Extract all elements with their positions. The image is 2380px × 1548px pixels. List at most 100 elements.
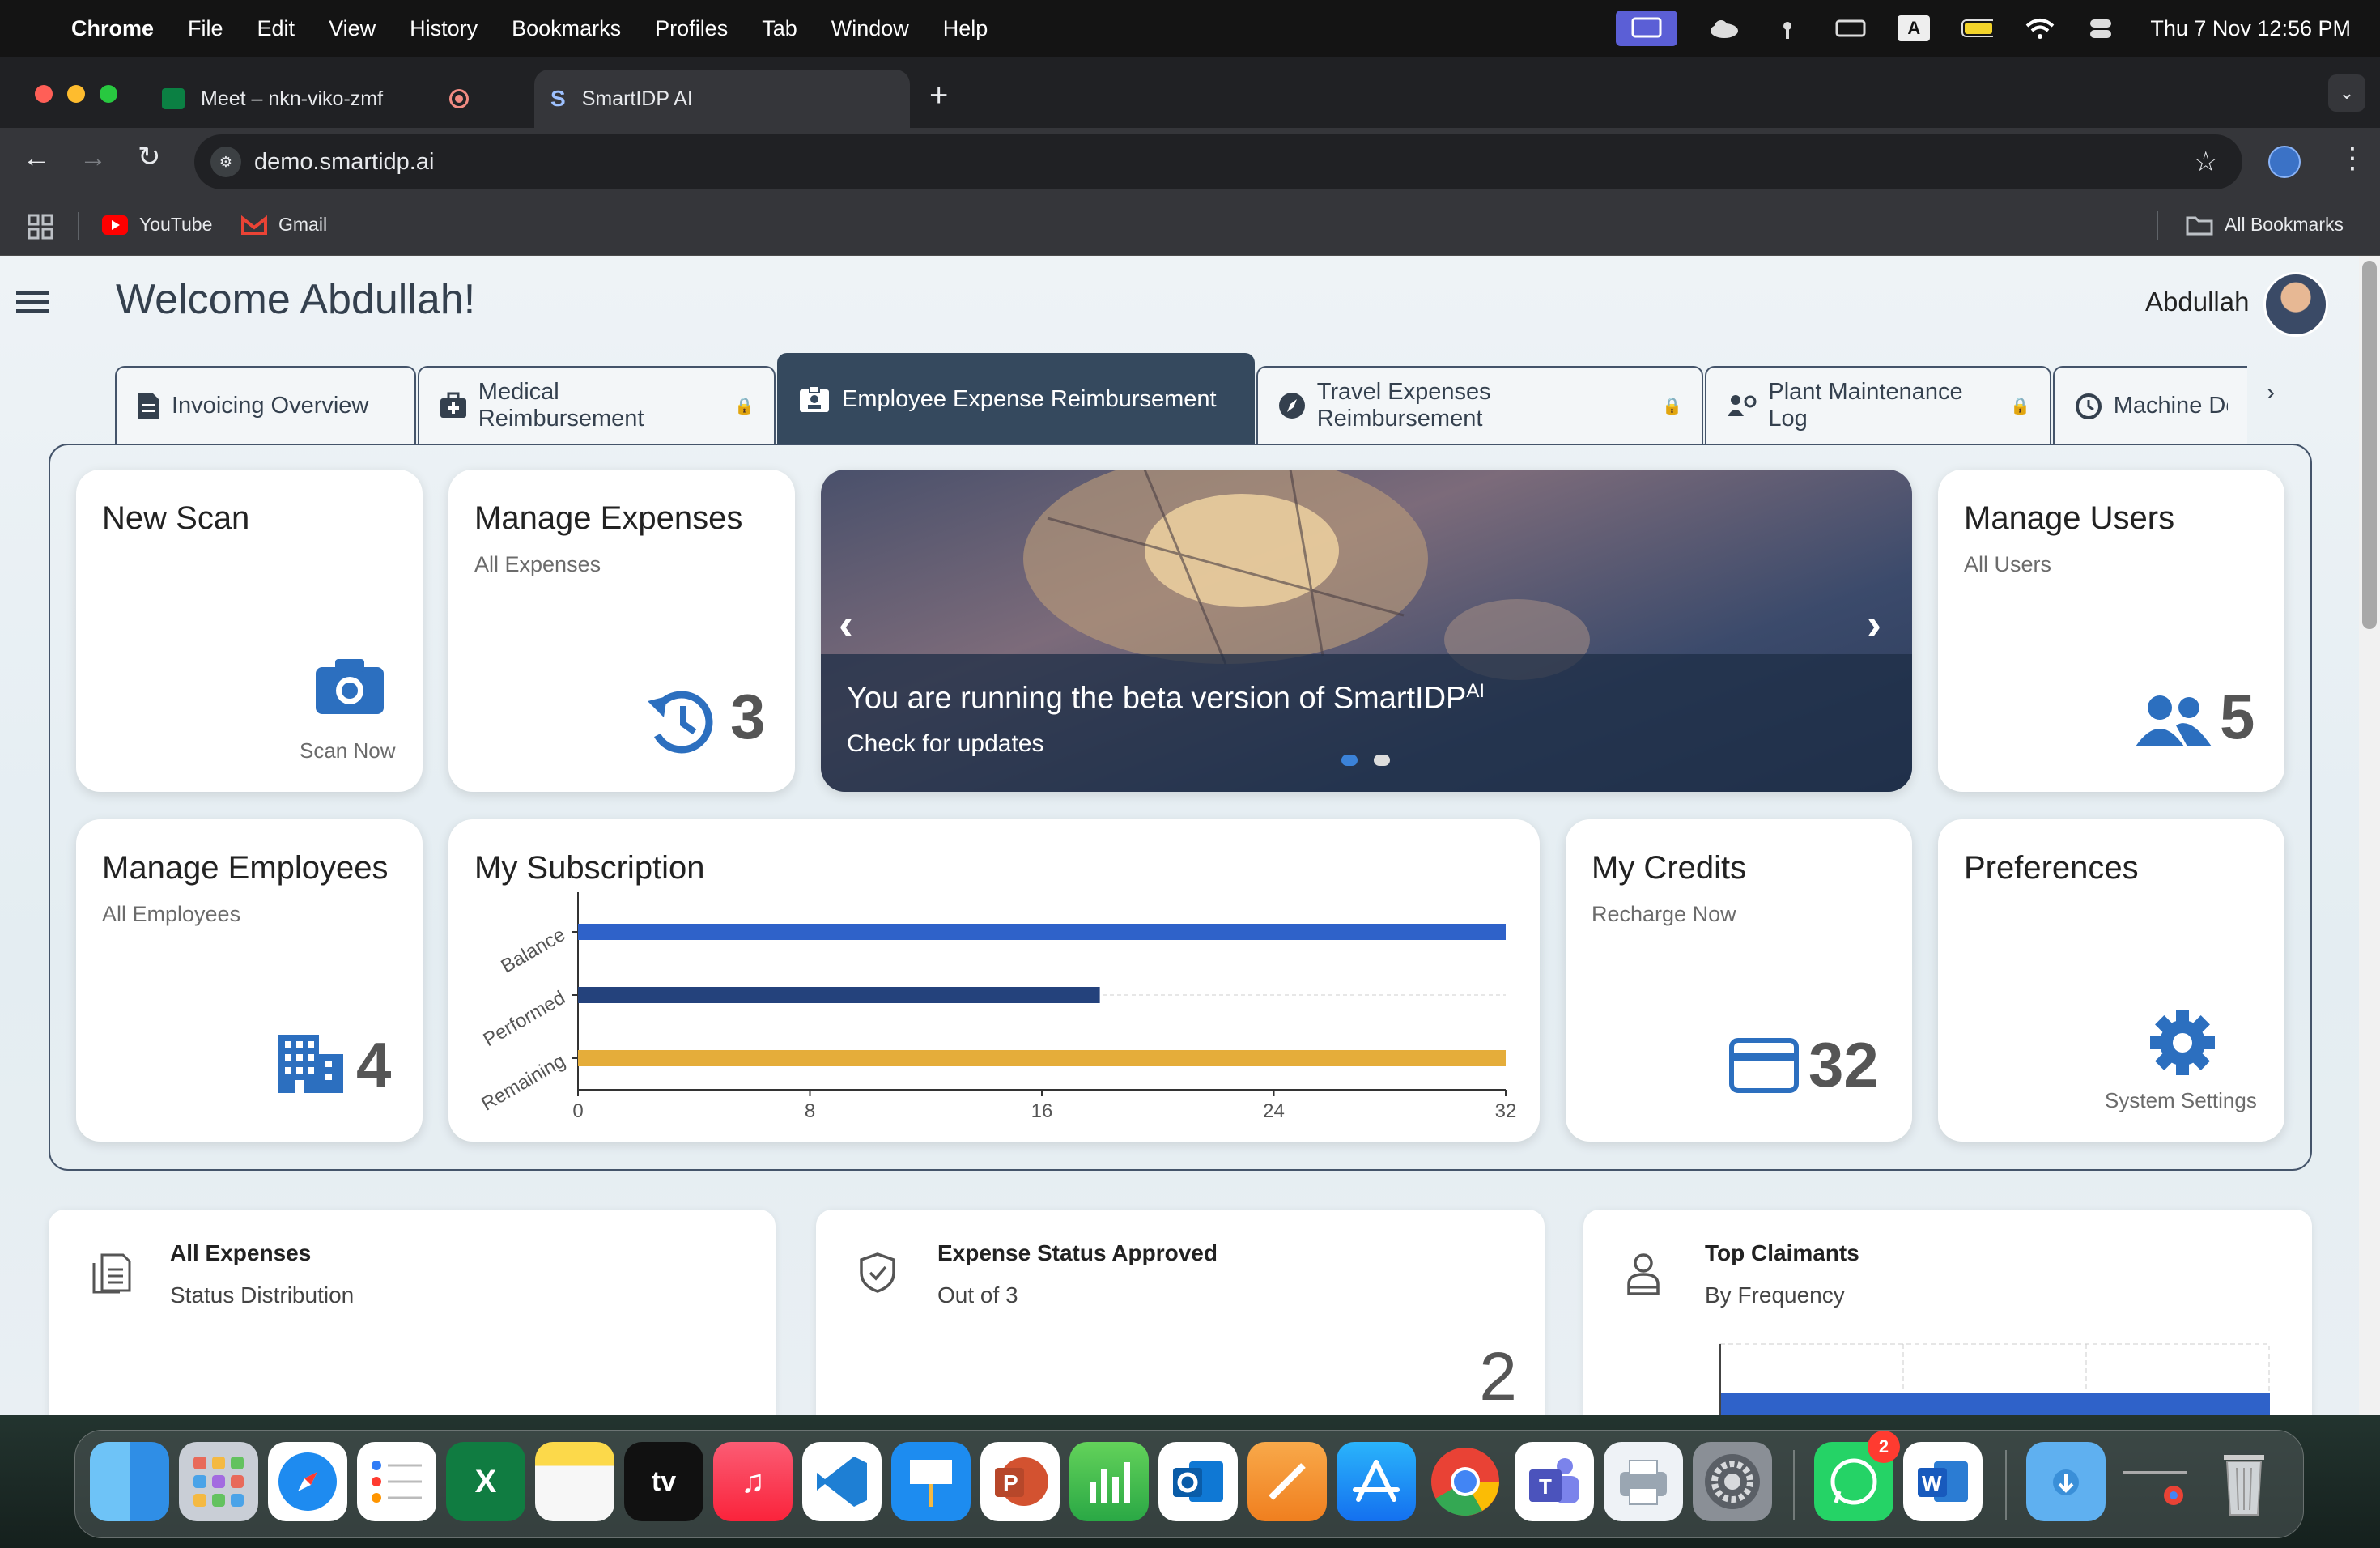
printer-icon[interactable] xyxy=(1604,1442,1683,1521)
downloads-folder-icon[interactable] xyxy=(2026,1442,2106,1521)
tab-machine-do[interactable]: Machine Do xyxy=(2053,366,2247,444)
launchpad-icon[interactable] xyxy=(179,1442,258,1521)
numbers-icon[interactable] xyxy=(1069,1442,1149,1521)
notes-icon[interactable] xyxy=(535,1442,614,1521)
wifi-icon[interactable] xyxy=(2024,16,2056,40)
card-top-claimants[interactable]: Top Claimants By Frequency xyxy=(1583,1210,2312,1415)
forward-arrow-icon[interactable]: → xyxy=(79,142,107,174)
screen-share-icon[interactable] xyxy=(1616,11,1678,46)
profile-avatar[interactable] xyxy=(2268,146,2301,178)
pages-icon[interactable] xyxy=(1247,1442,1327,1521)
new-tab-button[interactable]: + xyxy=(929,78,948,114)
vscode-icon[interactable] xyxy=(802,1442,882,1521)
cloud-icon[interactable] xyxy=(1708,16,1740,40)
bottom-card-title: Top Claimants xyxy=(1705,1240,1859,1265)
menu-help[interactable]: Help xyxy=(943,16,988,41)
whatsapp-icon[interactable]: 2 xyxy=(1814,1431,1900,1521)
bookmark-gmail[interactable]: Gmail xyxy=(241,214,327,236)
finder-icon[interactable] xyxy=(90,1442,169,1521)
trash-icon[interactable] xyxy=(2204,1442,2284,1521)
music-icon[interactable]: ♫ xyxy=(713,1442,793,1521)
card-subtitle: All Expenses xyxy=(474,552,601,576)
tab-travel-expenses-reimbursement[interactable]: Travel Expenses Reimbursement 🔒 xyxy=(1256,366,1703,444)
menubar-clock[interactable]: Thu 7 Nov 12:56 PM xyxy=(2150,16,2351,41)
card-my-credits[interactable]: My Credits Recharge Now 32 xyxy=(1566,819,1912,1142)
outlook-icon[interactable] xyxy=(1158,1442,1238,1521)
bookmark-star-icon[interactable]: ☆ xyxy=(2194,146,2218,178)
address-bar[interactable]: ⚙ demo.smartidp.ai ☆ xyxy=(194,134,2242,189)
id-badge-icon xyxy=(800,385,829,412)
safari-icon[interactable] xyxy=(268,1442,347,1521)
all-bookmarks-label: All Bookmarks xyxy=(2225,214,2344,235)
menu-tab[interactable]: Tab xyxy=(762,16,797,41)
browser-toolbar: ← → ↻ ⚙ demo.smartidp.ai ☆ ⋮ xyxy=(0,128,2380,196)
input-source-icon[interactable]: A xyxy=(1898,15,1931,41)
teams-icon[interactable]: T xyxy=(1515,1442,1594,1521)
chrome-icon[interactable] xyxy=(1426,1442,1505,1521)
tab-meet[interactable]: Meet – nkn-viko-zmf xyxy=(146,70,526,128)
hamburger-menu-icon[interactable] xyxy=(16,290,49,314)
apps-grid-icon[interactable] xyxy=(28,214,53,240)
battery-icon[interactable] xyxy=(1961,16,1994,40)
carousel-dot[interactable] xyxy=(1374,755,1390,766)
menu-history[interactable]: History xyxy=(410,16,478,41)
menu-window[interactable]: Window xyxy=(831,16,909,41)
app-store-icon[interactable] xyxy=(1337,1442,1416,1521)
chrome-menu-icon[interactable]: ⋮ xyxy=(2338,141,2367,175)
system-settings-icon[interactable] xyxy=(1693,1442,1772,1521)
tab-smartidp[interactable]: S SmartIDP AI xyxy=(534,70,910,128)
scrollbar-thumb[interactable] xyxy=(2362,261,2377,629)
back-arrow-icon[interactable]: ← xyxy=(23,142,50,174)
reminders-icon[interactable] xyxy=(357,1442,436,1521)
card-expense-status-approved[interactable]: Expense Status Approved Out of 3 2 xyxy=(816,1210,1545,1415)
memory-icon[interactable] xyxy=(1834,16,1867,40)
carousel-dot-active[interactable] xyxy=(1341,755,1358,766)
apple-tv-icon[interactable]: tv xyxy=(624,1442,703,1521)
page-scrollbar[interactable] xyxy=(2359,256,2380,1415)
excel-icon[interactable]: X xyxy=(446,1442,525,1521)
control-center-icon[interactable] xyxy=(2087,16,2119,40)
window-controls[interactable] xyxy=(32,83,130,107)
all-bookmarks[interactable]: All Bookmarks xyxy=(2186,214,2344,236)
check-updates-link[interactable]: Check for updates xyxy=(847,730,1043,758)
tab-invoicing-overview[interactable]: Invoicing Overview xyxy=(115,366,416,444)
menu-view[interactable]: View xyxy=(329,16,376,41)
powerpoint-icon[interactable]: P xyxy=(980,1442,1060,1521)
carousel-prev-icon[interactable]: ‹ xyxy=(839,599,853,649)
recharge-now-link[interactable]: Recharge Now xyxy=(1592,902,1736,927)
scan-now-link[interactable]: Scan Now xyxy=(300,738,396,763)
card-manage-users[interactable]: Manage Users All Users 5 xyxy=(1938,470,2284,792)
carousel-next-icon[interactable]: › xyxy=(1867,599,1881,649)
tab-plant-maintenance-log[interactable]: Plant Maintenance Log 🔒 xyxy=(1705,366,2051,444)
menu-edit[interactable]: Edit xyxy=(257,16,295,41)
chart-category-label: Performed xyxy=(479,987,569,1051)
keynote-icon[interactable] xyxy=(891,1442,971,1521)
site-info-icon[interactable]: ⚙ xyxy=(210,147,241,177)
card-preferences[interactable]: Preferences System Settings xyxy=(1938,819,2284,1142)
claimant-bar xyxy=(1721,1393,2270,1415)
menu-app-name[interactable]: Chrome xyxy=(71,16,154,41)
compass-icon xyxy=(1279,393,1305,419)
menu-profiles[interactable]: Profiles xyxy=(655,16,728,41)
reload-icon[interactable]: ↻ xyxy=(138,141,161,173)
avatar[interactable] xyxy=(2263,272,2328,337)
tabs-scroll-right-icon[interactable]: › xyxy=(2267,379,2275,406)
menu-bookmarks[interactable]: Bookmarks xyxy=(512,16,621,41)
word-icon[interactable]: W xyxy=(1903,1442,1983,1521)
chrome-window-minimized-icon[interactable] xyxy=(2115,1442,2195,1521)
broadcast-icon[interactable] xyxy=(1771,16,1804,40)
user-name[interactable]: Abdullah xyxy=(2145,287,2249,317)
card-my-subscription[interactable]: My Subscription Balance Performed Remainin… xyxy=(448,819,1540,1142)
card-manage-expenses[interactable]: Manage Expenses All Expenses 3 xyxy=(448,470,795,792)
url-text[interactable]: demo.smartidp.ai xyxy=(254,149,434,176)
tab-medical-reimbursement[interactable]: Medical Reimbursement 🔒 xyxy=(418,366,776,444)
card-manage-employees[interactable]: Manage Employees All Employees 4 xyxy=(76,819,423,1142)
system-settings-link[interactable]: System Settings xyxy=(2105,1088,2257,1113)
card-new-scan[interactable]: New Scan Scan Now xyxy=(76,470,423,792)
tab-employee-expense-reimbursement[interactable]: Employee Expense Reimbursement xyxy=(777,353,1255,444)
tab-search-chevron-icon[interactable]: ⌄ xyxy=(2328,74,2365,112)
menu-file[interactable]: File xyxy=(188,16,223,41)
card-all-expenses[interactable]: All Expenses Status Distribution xyxy=(49,1210,776,1415)
medical-kit-icon xyxy=(440,392,466,418)
bookmark-youtube[interactable]: YouTube xyxy=(102,214,212,236)
